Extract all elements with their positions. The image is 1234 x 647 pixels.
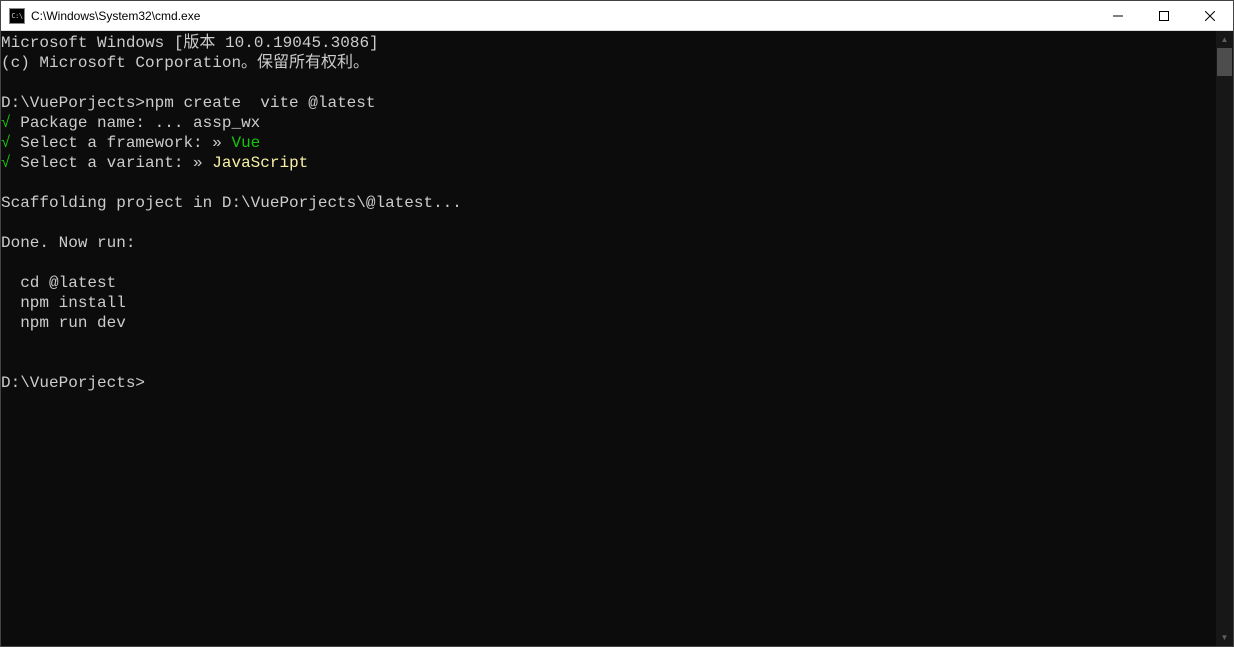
minimize-icon — [1113, 11, 1123, 21]
blank-line — [1, 333, 1216, 353]
prompt-path: D:\VuePorjects> — [1, 94, 145, 112]
instruction-line: npm install — [1, 293, 1216, 313]
minimize-button[interactable] — [1095, 1, 1141, 30]
window-title: C:\Windows\System32\cmd.exe — [31, 9, 1095, 23]
scroll-down-arrow-icon[interactable]: ▼ — [1216, 629, 1233, 646]
header-line: Microsoft Windows [版本 10.0.19045.3086] — [1, 33, 1216, 53]
close-icon — [1205, 11, 1215, 21]
blank-line — [1, 353, 1216, 373]
blank-line — [1, 73, 1216, 93]
command-line: D:\VuePorjects>npm create vite @latest — [1, 93, 1216, 113]
cmd-window: C:\ C:\Windows\System32\cmd.exe Microsof… — [0, 0, 1234, 647]
arrow-icon: » — [193, 154, 203, 172]
arrow-icon: » — [212, 134, 222, 152]
prompt-label: Package name: — [11, 114, 155, 132]
prompt-variant: √ Select a variant: » JavaScript — [1, 153, 1216, 173]
cmd-icon: C:\ — [9, 8, 25, 24]
check-icon: √ — [1, 134, 11, 152]
prompt-path: D:\VuePorjects> — [1, 374, 145, 392]
prompt-dots: ... — [155, 114, 184, 132]
maximize-button[interactable] — [1141, 1, 1187, 30]
scroll-up-arrow-icon[interactable]: ▲ — [1216, 31, 1233, 48]
prompt-package-name: √ Package name: ... assp_wx — [1, 113, 1216, 133]
vertical-scrollbar[interactable]: ▲ ▼ — [1216, 31, 1233, 646]
check-icon: √ — [1, 154, 11, 172]
scaffold-line: Scaffolding project in D:\VuePorjects\@l… — [1, 193, 1216, 213]
prompt-framework: √ Select a framework: » Vue — [1, 133, 1216, 153]
blank-line — [1, 253, 1216, 273]
blank-line — [1, 173, 1216, 193]
maximize-icon — [1159, 11, 1169, 21]
titlebar[interactable]: C:\ C:\Windows\System32\cmd.exe — [1, 1, 1233, 31]
close-button[interactable] — [1187, 1, 1233, 30]
window-controls — [1095, 1, 1233, 30]
prompt-value: JavaScript — [203, 154, 309, 172]
prompt-label: Select a variant: — [11, 154, 193, 172]
terminal-area: Microsoft Windows [版本 10.0.19045.3086](c… — [1, 31, 1233, 646]
copyright-line: (c) Microsoft Corporation。保留所有权利。 — [1, 53, 1216, 73]
scrollbar-thumb[interactable] — [1217, 48, 1232, 76]
instruction-line: cd @latest — [1, 273, 1216, 293]
prompt-line: D:\VuePorjects> — [1, 373, 1216, 393]
prompt-value: Vue — [222, 134, 260, 152]
prompt-label: Select a framework: — [11, 134, 213, 152]
blank-line — [1, 213, 1216, 233]
instruction-line: npm run dev — [1, 313, 1216, 333]
prompt-value: assp_wx — [183, 114, 260, 132]
entered-command: npm create vite @latest — [145, 94, 375, 112]
terminal-output[interactable]: Microsoft Windows [版本 10.0.19045.3086](c… — [1, 31, 1216, 646]
check-icon: √ — [1, 114, 11, 132]
done-line: Done. Now run: — [1, 233, 1216, 253]
